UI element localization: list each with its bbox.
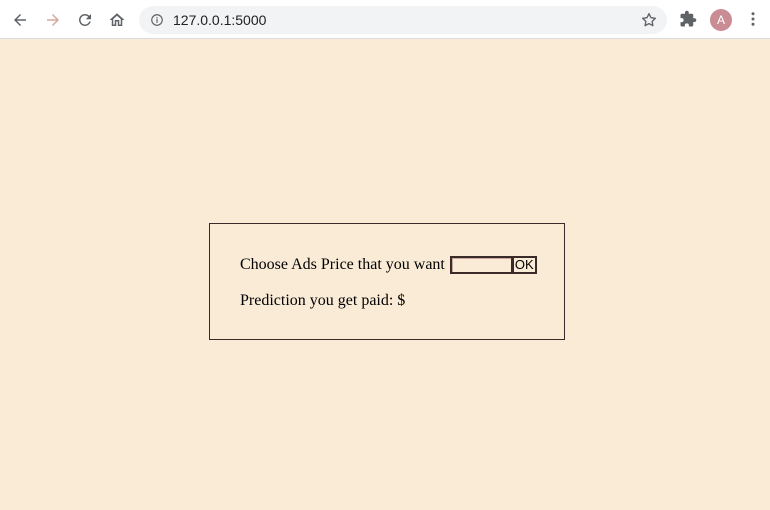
extensions-icon[interactable]: [679, 10, 697, 28]
back-arrow-icon: [14, 14, 26, 26]
star-icon[interactable]: [640, 11, 658, 29]
prediction-result: Prediction you get paid: $: [240, 292, 406, 309]
prediction-form: Choose Ads Price that you want OK Predic…: [209, 223, 565, 340]
home-button[interactable]: [104, 7, 130, 33]
forward-button[interactable]: [40, 7, 66, 33]
address-bar[interactable]: 127.0.0.1:5000: [139, 6, 667, 34]
reload-button[interactable]: [72, 7, 98, 33]
back-button[interactable]: [7, 7, 33, 33]
price-row: Choose Ads Price that you want OK: [240, 255, 537, 275]
info-icon[interactable]: [150, 13, 164, 27]
reload-icon: [78, 13, 91, 26]
avatar[interactable]: A: [710, 9, 732, 31]
url-text[interactable]: 127.0.0.1:5000: [173, 12, 266, 28]
browser-toolbar: 127.0.0.1:5000 A: [0, 0, 770, 39]
menu-icon[interactable]: [744, 10, 762, 28]
price-input[interactable]: [449, 256, 512, 274]
home-icon: [109, 13, 125, 26]
price-label: Choose Ads Price that you want: [240, 256, 445, 273]
ok-button[interactable]: OK: [511, 256, 537, 274]
forward-arrow-icon: [47, 14, 59, 26]
